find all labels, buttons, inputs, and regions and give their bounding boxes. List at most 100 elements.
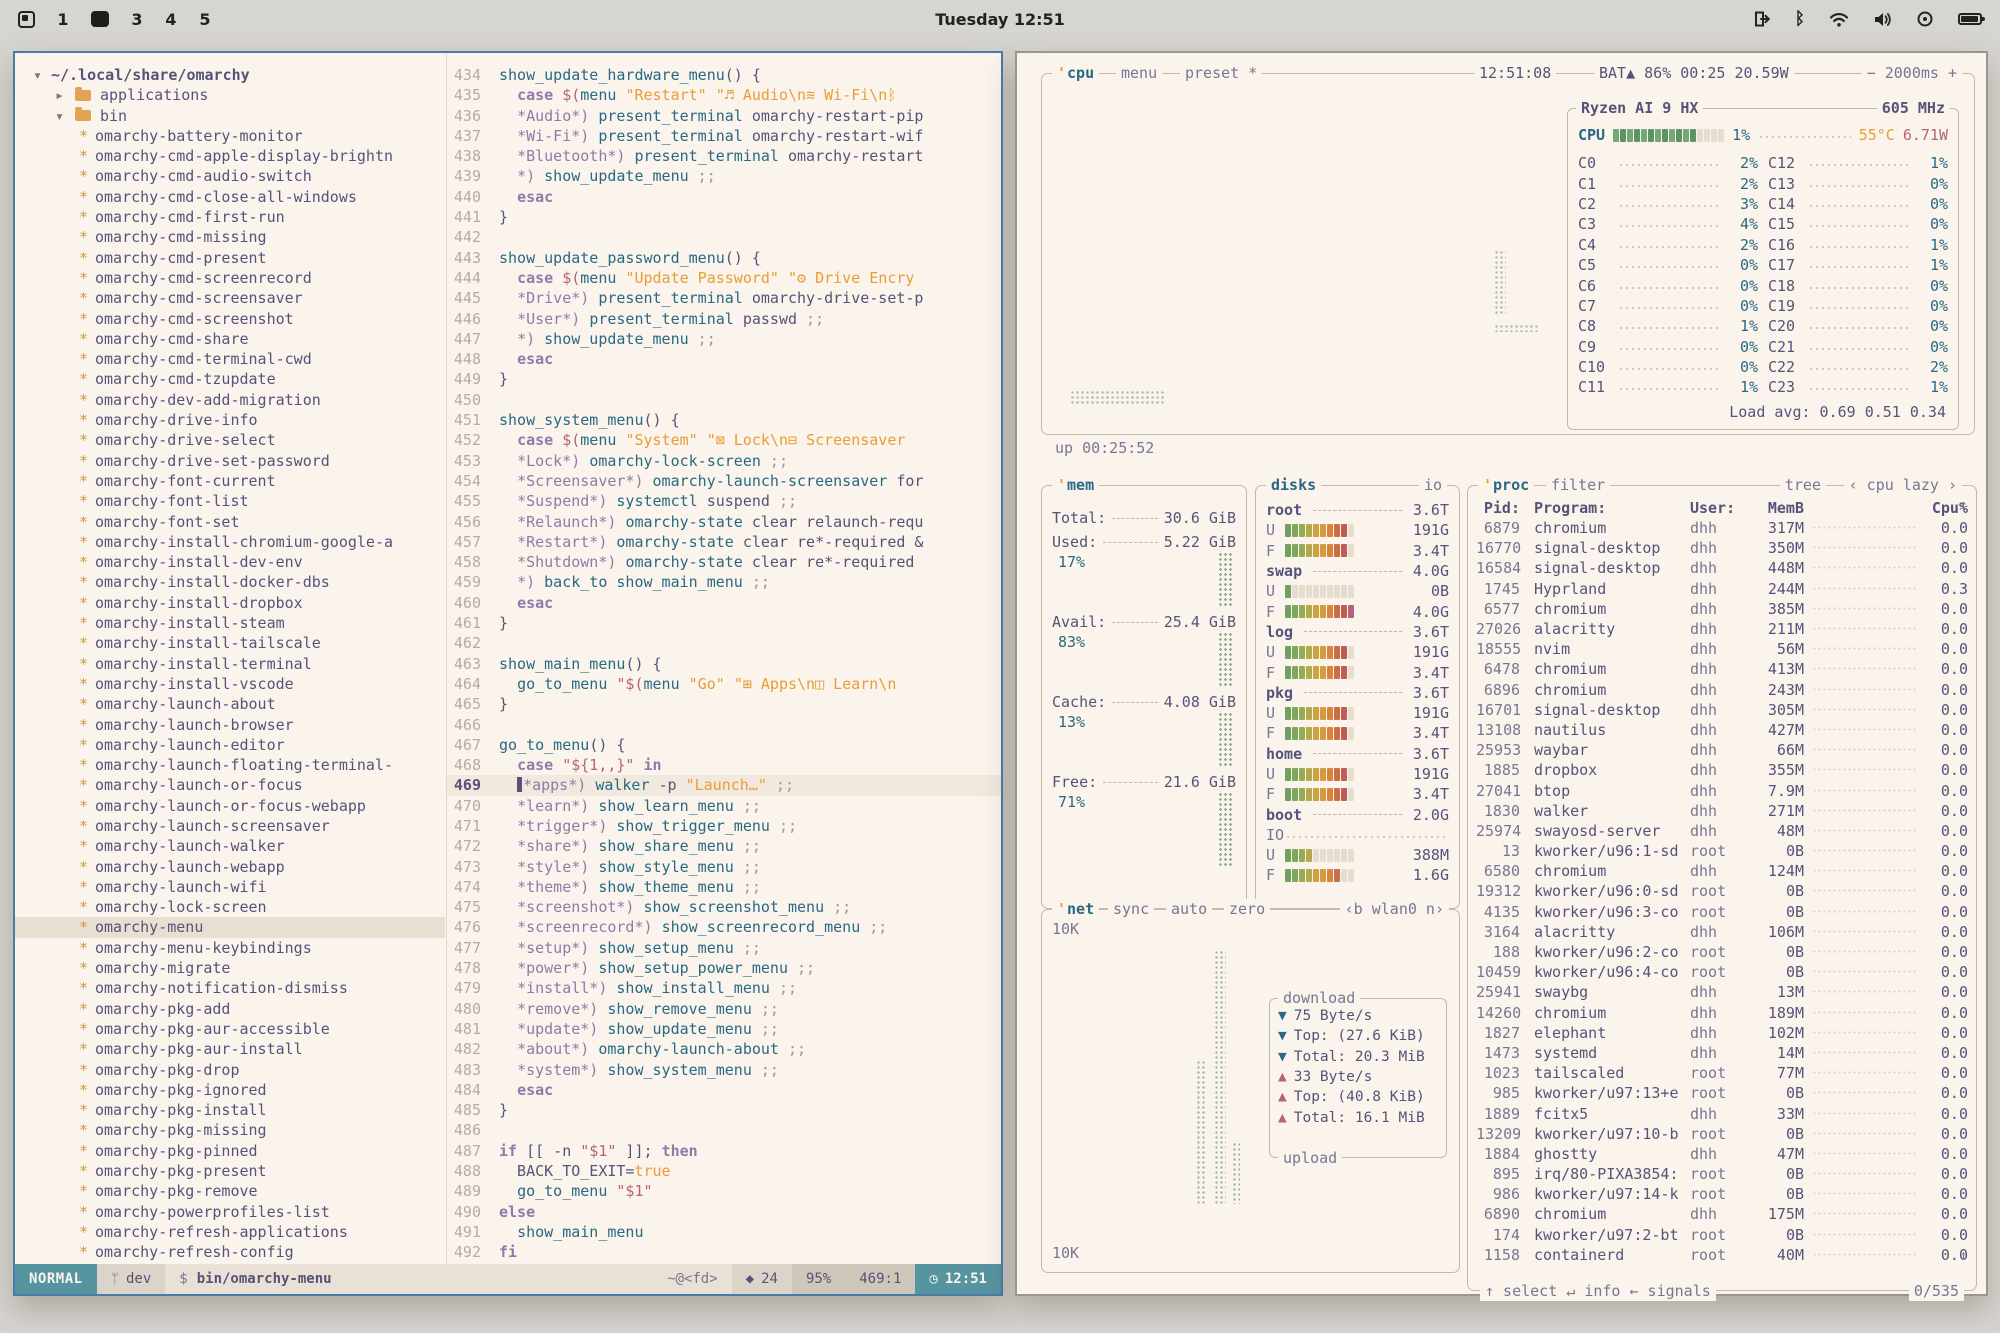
editor-line[interactable]: 444 case $(menu "Update Password" "⚙ Dri… [447,268,1001,288]
tree-file-omarchy-pkg-aur-accessible[interactable]: *omarchy-pkg-aur-accessible [15,1019,445,1039]
process-row[interactable]: 895irq/80-PIXA3854:root0B0.0 [1476,1164,1968,1184]
editor-line[interactable]: 484 esac [447,1080,1001,1100]
tree-file-omarchy-powerprofiles-list[interactable]: *omarchy-powerprofiles-list [15,1202,445,1222]
editor-line[interactable]: 483 *system*) show_system_menu ;; [447,1060,1001,1080]
process-row[interactable]: 174kworker/u97:2-btroot0B0.0 [1476,1225,1968,1245]
tree-file-omarchy-pkg-add[interactable]: *omarchy-pkg-add [15,999,445,1019]
process-row[interactable]: 19312kworker/u96:0-sdroot0B0.0 [1476,881,1968,901]
tree-file-omarchy-pkg-present[interactable]: *omarchy-pkg-present [15,1161,445,1181]
tree-file-omarchy-battery-monitor[interactable]: *omarchy-battery-monitor [15,126,445,146]
tree-file-omarchy-notification-dismiss[interactable]: *omarchy-notification-dismiss [15,978,445,998]
editor-line[interactable]: 491 show_main_menu [447,1222,1001,1242]
editor-line[interactable]: 464 go_to_menu "$(menu "Go" "⊞ Apps\n◫ L… [447,674,1001,694]
tree-file-omarchy-launch-browser[interactable]: *omarchy-launch-browser [15,715,445,735]
logout-icon[interactable] [1753,10,1771,28]
process-row[interactable]: 1827elephantdhh102M0.0 [1476,1023,1968,1043]
process-row[interactable]: 1158containerdroot40M0.0 [1476,1245,1968,1265]
process-row[interactable]: 27041btopdhh7.9M0.0 [1476,780,1968,800]
tree-file-omarchy-launch-or-focus[interactable]: *omarchy-launch-or-focus [15,775,445,795]
editor-line[interactable]: 473 *style*) show_style_menu ;; [447,857,1001,877]
editor-line[interactable]: 454 *Screensaver*) omarchy-launch-screen… [447,471,1001,491]
tree-file-omarchy-cmd-present[interactable]: *omarchy-cmd-present [15,248,445,268]
editor-line[interactable]: 488 BACK_TO_EXIT=true [447,1161,1001,1181]
tree-file-omarchy-cmd-terminal-cwd[interactable]: *omarchy-cmd-terminal-cwd [15,349,445,369]
tree-file-omarchy-launch-about[interactable]: *omarchy-launch-about [15,694,445,714]
editor-line[interactable]: 492fi [447,1242,1001,1262]
editor-line[interactable]: 490else [447,1202,1001,1222]
process-row[interactable]: 25974swayosd-serverdhh48M0.0 [1476,821,1968,841]
tree-view-button[interactable]: tree [1780,475,1826,495]
process-row[interactable]: 1023tailscaledroot77M0.0 [1476,1063,1968,1083]
tree-file-omarchy-refresh-applications[interactable]: *omarchy-refresh-applications [15,1222,445,1242]
editor-line[interactable]: 468 case "${1,,}" in [447,755,1001,775]
wifi-icon[interactable] [1829,11,1849,28]
process-row[interactable]: 13108nautilusdhh427M0.0 [1476,720,1968,740]
update-interval-control[interactable]: − 2000ms + [1862,63,1962,83]
tree-file-omarchy-cmd-screensaver[interactable]: *omarchy-cmd-screensaver [15,288,445,308]
editor-line[interactable]: 461} [447,613,1001,633]
process-row[interactable]: 6896chromiumdhh243M0.0 [1476,680,1968,700]
network-panel-title[interactable]: 'net [1052,899,1099,919]
sort-selector[interactable]: ‹ cpu lazy › [1844,475,1962,495]
editor-line[interactable]: 467go_to_menu() { [447,735,1001,755]
col-memb[interactable]: MemB [1748,499,1804,517]
process-row[interactable]: 18555nvimdhh56M0.0 [1476,639,1968,659]
workspace-1[interactable]: 1 [57,10,69,29]
tree-file-omarchy-cmd-tzupdate[interactable]: *omarchy-cmd-tzupdate [15,369,445,389]
tree-file-omarchy-launch-floating-terminal-[interactable]: *omarchy-launch-floating-terminal- [15,755,445,775]
git-branch[interactable]: ᛘ dev [97,1264,166,1294]
editor-line[interactable]: 465} [447,694,1001,714]
tree-file-omarchy-refresh-config[interactable]: *omarchy-refresh-config [15,1242,445,1262]
editor-line[interactable]: 442 [447,227,1001,247]
editor-line[interactable]: 479 *install*) show_install_menu ;; [447,978,1001,998]
editor-line[interactable]: 469 *apps*) walker -p "Launch…" ;; [447,775,1001,795]
editor-line[interactable]: 470 *learn*) show_learn_menu ;; [447,796,1001,816]
tree-file-omarchy-font-set[interactable]: *omarchy-font-set [15,512,445,532]
tree-file-omarchy-install-dropbox[interactable]: *omarchy-install-dropbox [15,593,445,613]
cpu-panel-title[interactable]: 'cpu [1052,63,1099,83]
tree-file-omarchy-launch-webapp[interactable]: *omarchy-launch-webapp [15,857,445,877]
tree-file-omarchy-pkg-aur-install[interactable]: *omarchy-pkg-aur-install [15,1039,445,1059]
process-row[interactable]: 10459kworker/u96:4-coroot0B0.0 [1476,962,1968,982]
process-row[interactable]: 6879chromiumdhh317M0.0 [1476,518,1968,538]
tree-file-omarchy-launch-screensaver[interactable]: *omarchy-launch-screensaver [15,816,445,836]
tree-file-omarchy-pkg-ignored[interactable]: *omarchy-pkg-ignored [15,1080,445,1100]
tree-file-omarchy-pkg-missing[interactable]: *omarchy-pkg-missing [15,1120,445,1140]
tree-file-omarchy-install-docker-dbs[interactable]: *omarchy-install-docker-dbs [15,572,445,592]
disks-panel-title[interactable]: disks [1266,475,1321,495]
process-row[interactable]: 1830walkerdhh271M0.0 [1476,801,1968,821]
tree-file-omarchy-cmd-screenshot[interactable]: *omarchy-cmd-screenshot [15,309,445,329]
editor-line[interactable]: 474 *theme*) show_theme_menu ;; [447,877,1001,897]
tree-file-omarchy-cmd-missing[interactable]: *omarchy-cmd-missing [15,227,445,247]
editor-line[interactable]: 448 esac [447,349,1001,369]
process-row[interactable]: 16701signal-desktopdhh305M0.0 [1476,700,1968,720]
process-row[interactable]: 16770signal-desktopdhh350M0.0 [1476,538,1968,558]
scroll-up-indicator[interactable]: ↑ [1959,496,1968,514]
editor-line[interactable]: 466 [447,715,1001,735]
process-row[interactable]: 13209kworker/u97:10-broot0B0.0 [1476,1124,1968,1144]
tree-file-omarchy-launch-wifi[interactable]: *omarchy-launch-wifi [15,877,445,897]
process-row[interactable]: 16584signal-desktopdhh448M0.0 [1476,558,1968,578]
col-pid[interactable]: Pid: [1476,499,1526,517]
tree-file-omarchy-pkg-remove[interactable]: *omarchy-pkg-remove [15,1181,445,1201]
editor-line[interactable]: 455 *Suspend*) systemctl suspend ;; [447,491,1001,511]
editor-line[interactable]: 482 *about*) omarchy-launch-about ;; [447,1039,1001,1059]
process-row[interactable]: 25953waybardhh66M0.0 [1476,740,1968,760]
net-zero-button[interactable]: zero [1224,899,1270,919]
process-row[interactable]: 13kworker/u96:1-sdroot0B0.0 [1476,841,1968,861]
process-row[interactable]: 986kworker/u97:14-kroot0B0.0 [1476,1184,1968,1204]
editor-line[interactable]: 440 esac [447,187,1001,207]
editor-line[interactable]: 457 *Restart*) omarchy-state clear re*-r… [447,532,1001,552]
process-row[interactable]: 27026alacrittydhh211M0.0 [1476,619,1968,639]
editor-line[interactable]: 456 *Relaunch*) omarchy-state clear rela… [447,512,1001,532]
editor-line[interactable]: 480 *remove*) show_remove_menu ;; [447,999,1001,1019]
editor-line[interactable]: 460 esac [447,593,1001,613]
net-auto-button[interactable]: auto [1166,899,1212,919]
workspace-2-active[interactable] [91,11,109,27]
tree-file-omarchy-drive-set-password[interactable]: *omarchy-drive-set-password [15,451,445,471]
col-program[interactable]: Program: [1526,499,1684,517]
process-row[interactable]: 1745Hyprlanddhh244M0.3 [1476,579,1968,599]
editor-line[interactable]: 449} [447,369,1001,389]
editor-line[interactable]: 441} [447,207,1001,227]
tree-file-omarchy-install-terminal[interactable]: *omarchy-install-terminal [15,654,445,674]
